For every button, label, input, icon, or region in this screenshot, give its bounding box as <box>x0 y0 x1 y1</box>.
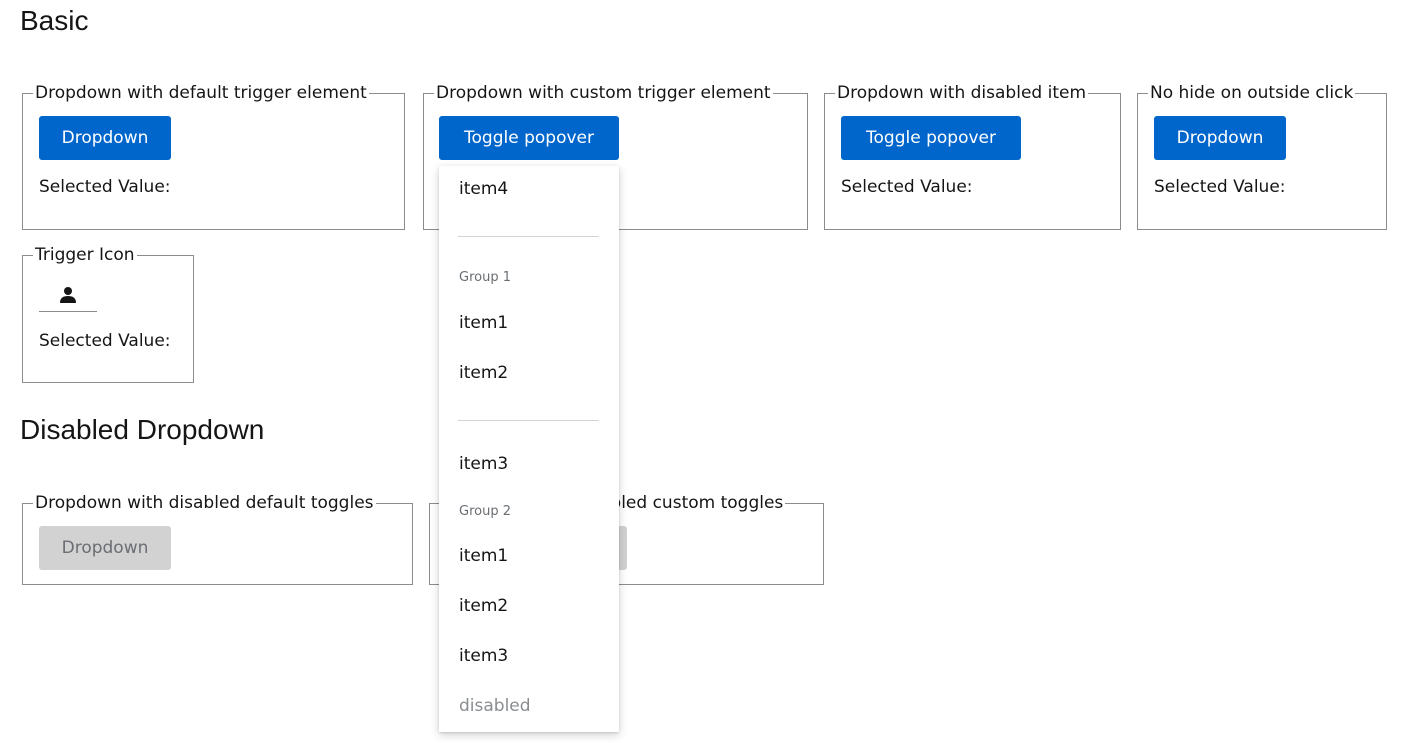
dropdown-button-disabled: Dropdown <box>39 526 171 570</box>
legend-trigger-icon: Trigger Icon <box>35 245 135 265</box>
icon-toggle-button[interactable] <box>39 278 97 312</box>
menu-item-disabled: disabled <box>459 696 531 716</box>
legend-disabled-item: Dropdown with disabled item <box>837 83 1087 103</box>
menu-group-label-1: Group 1 <box>459 270 511 285</box>
menu-item-item4[interactable]: item4 <box>459 179 508 199</box>
toggle-popover-button[interactable]: Toggle popover <box>439 116 619 160</box>
selected-value-label: Selected Value: <box>841 177 973 197</box>
menu-item-item3[interactable]: item3 <box>459 454 508 474</box>
legend-custom-trigger: Dropdown with custom trigger element <box>436 83 771 103</box>
menu-item-group1-item2[interactable]: item2 <box>459 363 508 383</box>
dropdown-button-no-hide[interactable]: Dropdown <box>1154 116 1286 160</box>
selected-value-label: Selected Value: <box>39 177 171 197</box>
section-title-basic: Basic <box>20 5 89 36</box>
dropdown-button[interactable]: Dropdown <box>39 116 171 160</box>
legend-disabled-custom-toggles: abled custom toggles <box>598 493 785 513</box>
menu-item-group2-item3[interactable]: item3 <box>459 646 508 666</box>
selected-value-label: Selected Value: <box>1154 177 1286 197</box>
selected-value-label: Selected Value: <box>39 331 171 351</box>
user-icon <box>60 286 76 303</box>
menu-item-group2-item2[interactable]: item2 <box>459 596 508 616</box>
menu-item-group1-item1[interactable]: item1 <box>459 313 508 333</box>
menu-divider <box>458 236 599 237</box>
menu-divider <box>458 420 599 421</box>
legend-default-trigger: Dropdown with default trigger element <box>35 83 367 103</box>
legend-disabled-custom-toggles-text: abled custom toggles <box>600 493 784 513</box>
fieldset-trigger-icon: Trigger Icon <box>22 245 194 383</box>
section-title-disabled: Disabled Dropdown <box>20 414 265 445</box>
legend-disabled-default-toggles: Dropdown with disabled default toggles <box>35 493 374 513</box>
legend-no-hide: No hide on outside click <box>1150 83 1354 103</box>
menu-group-label-2: Group 2 <box>459 504 511 519</box>
toggle-popover-button-2[interactable]: Toggle popover <box>841 116 1021 160</box>
dropdown-menu: item4 Group 1 item1 item2 item3 Group 2 … <box>439 166 619 732</box>
menu-item-group2-item1[interactable]: item1 <box>459 546 508 566</box>
